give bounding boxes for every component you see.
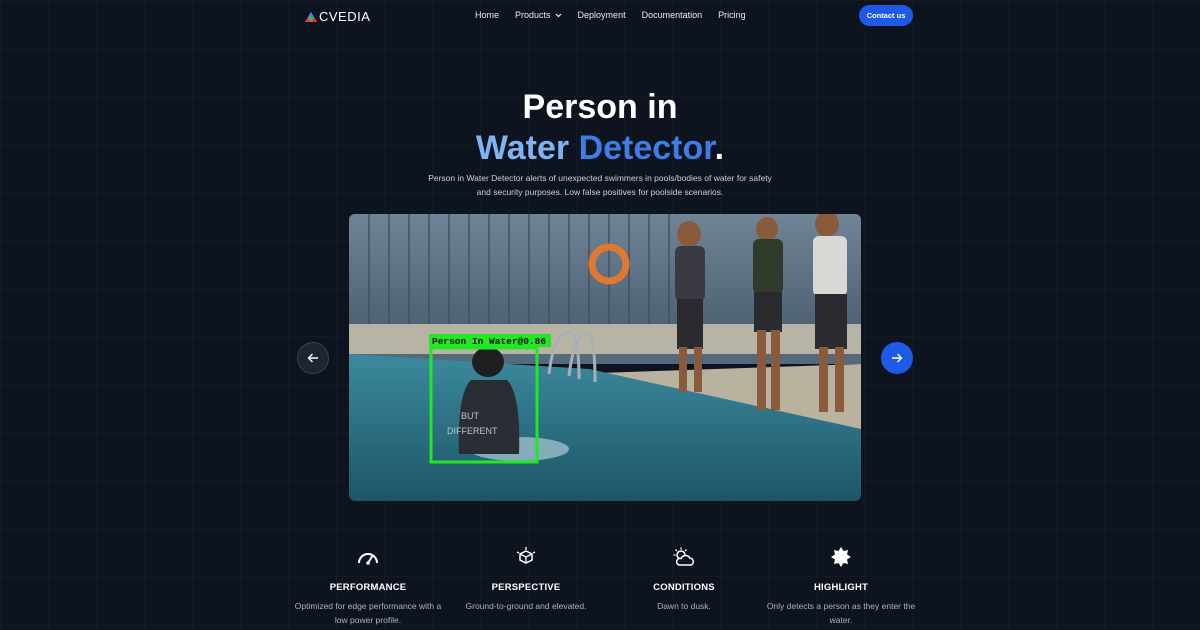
feature-title: PERFORMANCE: [329, 582, 407, 593]
logo[interactable]: CVEDIA: [305, 9, 370, 24]
nav-links: Home Products Deployment Documentation P…: [475, 10, 746, 20]
feature-performance: PERFORMANCE Optimized for edge performan…: [288, 546, 448, 627]
feature-perspective: PERSPECTIVE Ground-to-ground and elevate…: [446, 546, 606, 613]
title-word-water: Water: [475, 129, 570, 167]
contact-us-button[interactable]: Contact us: [859, 5, 913, 26]
feature-conditions: CONDITIONS Dawn to dusk.: [604, 546, 764, 613]
page-title-line1: Person in: [522, 88, 678, 126]
speedometer-icon: [358, 553, 378, 565]
cube-icon: [516, 547, 536, 564]
feature-highlight: HIGHLIGHT Only detects a person as they …: [761, 546, 921, 627]
detection-label: Person In Water@0.86: [432, 336, 546, 347]
star-badge-icon: [831, 547, 851, 567]
title-dot: .: [714, 129, 725, 167]
nav-documentation[interactable]: Documentation: [642, 10, 703, 20]
chevron-down-icon: [555, 13, 561, 17]
logo-text: CVEDIA: [319, 9, 371, 24]
carousel-prev-button[interactable]: [297, 342, 329, 374]
feature-desc: Dawn to dusk.: [657, 601, 711, 611]
shirt-text-1: BUT: [461, 411, 480, 421]
feature-title: HIGHLIGHT: [813, 582, 869, 593]
feature-desc: Optimized for edge performance with a lo…: [294, 601, 442, 625]
feature-title: CONDITIONS: [653, 582, 715, 593]
logo-mark-icon: [305, 11, 317, 22]
nav-pricing[interactable]: Pricing: [718, 10, 746, 20]
arrow-right-icon: [892, 353, 903, 363]
arrow-left-icon: [307, 353, 318, 363]
nav-products-label: Products: [515, 10, 551, 20]
demo-image: BUT DIFFERENT Person In Water@0.86: [349, 214, 861, 501]
feature-desc: Ground-to-ground and elevated.: [465, 601, 587, 611]
nav-products[interactable]: Products: [515, 10, 562, 20]
title-word-detector: Detector: [578, 129, 715, 167]
feature-desc: Only detects a person as they enter the …: [766, 601, 916, 625]
nav-deployment[interactable]: Deployment: [578, 10, 626, 20]
hero-subtitle: Person in Water Detector alerts of unexp…: [428, 173, 772, 197]
top-nav: CVEDIA Home Products Deployment Document…: [0, 0, 1200, 32]
feature-title: PERSPECTIVE: [491, 582, 561, 593]
carousel-next-button[interactable]: [881, 342, 913, 374]
nav-home[interactable]: Home: [475, 10, 499, 20]
sun-cloud-icon: [673, 547, 695, 566]
page-title-line2: Water Detector.: [0, 129, 1200, 168]
shirt-text-2: DIFFERENT: [447, 426, 498, 436]
